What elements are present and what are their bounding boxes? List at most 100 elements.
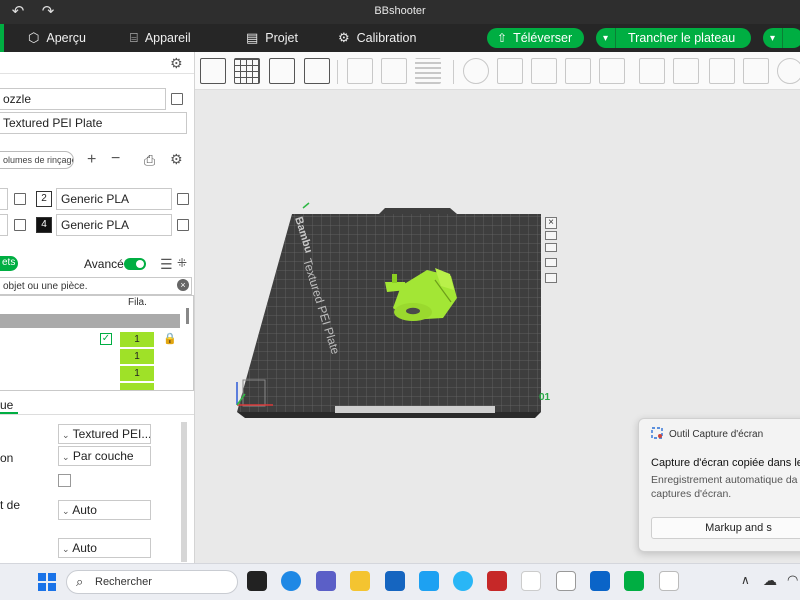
edit-icon[interactable]	[171, 93, 183, 105]
scale-icon[interactable]	[531, 58, 557, 84]
object-search-input[interactable]: objet ou une pièce.	[0, 277, 192, 295]
plate-settings-icon[interactable]	[545, 231, 557, 240]
seam-icon[interactable]	[709, 58, 735, 84]
rinse-volume-button[interactable]: olumes de rinçage	[0, 151, 74, 169]
scrollbar[interactable]	[181, 422, 187, 562]
build-plate[interactable]	[237, 208, 541, 418]
app-icon[interactable]	[453, 571, 473, 591]
lay-on-face-icon[interactable]	[565, 58, 591, 84]
taskbar-search[interactable]: ⌕ Rechercher	[66, 570, 238, 594]
tab-calibration[interactable]: ⚙ Calibration	[338, 24, 416, 52]
layer-mode-value: Par couche	[72, 449, 134, 463]
fila-cell-partial	[120, 383, 154, 390]
calibration-icon: ⚙	[338, 30, 350, 45]
edit-icon[interactable]	[14, 219, 26, 231]
clear-icon[interactable]: ×	[177, 279, 189, 291]
tab-apercu[interactable]: ⬡ Aperçu	[28, 24, 86, 52]
lock-icon[interactable]	[545, 258, 557, 267]
upload-label: Téléverser	[513, 31, 573, 45]
outlook-icon[interactable]	[590, 571, 610, 591]
advanced-toggle[interactable]	[124, 258, 146, 270]
plate-icon[interactable]	[347, 58, 373, 84]
cut-icon[interactable]	[599, 58, 625, 84]
chevron-down-icon[interactable]: ▾	[596, 28, 616, 48]
scrollbar[interactable]	[186, 308, 189, 324]
auto-dropdown-2[interactable]: ⌄ Auto	[58, 538, 151, 558]
cloud-icon[interactable]: ☁	[763, 572, 777, 589]
title-bar: ↶ ↷ BBshooter	[0, 0, 800, 24]
fila-cell[interactable]: 1	[120, 349, 154, 364]
tab-appareil[interactable]: ⌸ Appareil	[130, 24, 191, 52]
amazon-icon[interactable]	[521, 571, 541, 591]
plus-icon[interactable]: +	[87, 151, 96, 169]
checkbox-icon[interactable]: ✓	[100, 333, 112, 345]
edge-icon[interactable]	[281, 571, 301, 591]
list-icon[interactable]: ☰	[160, 256, 173, 273]
layers-icon[interactable]	[415, 58, 441, 84]
plate-type-dropdown[interactable]: ⌄ Textured PEI...	[58, 424, 151, 444]
minus-icon[interactable]: −	[111, 150, 120, 168]
tab-lower[interactable]: ue	[0, 398, 13, 412]
tab-objects[interactable]: ets	[0, 256, 18, 271]
auto-dropdown[interactable]: ⌄ Auto	[58, 500, 151, 520]
media-player-icon[interactable]	[556, 571, 576, 591]
markup-button[interactable]: Markup and s	[651, 517, 800, 539]
upload-icon: ⇧	[497, 31, 508, 45]
lock-icon[interactable]: 🔒	[163, 332, 177, 345]
grid-icon[interactable]: ⁜	[177, 256, 187, 270]
store-icon[interactable]	[385, 571, 405, 591]
edit-icon[interactable]	[177, 193, 189, 205]
wifi-icon[interactable]: ◠	[787, 572, 798, 588]
search-icon: ⌕	[76, 574, 84, 589]
plate-type-field[interactable]: Textured PEI Plate	[0, 112, 187, 134]
app-icon[interactable]	[419, 571, 439, 591]
more-options-button[interactable]: ▾	[763, 28, 800, 48]
teams-icon[interactable]	[316, 571, 336, 591]
checkbox[interactable]	[58, 474, 71, 487]
close-plate-icon[interactable]: ×	[545, 217, 557, 229]
gear-icon[interactable]: ⚙	[170, 55, 183, 72]
nozzle-field[interactable]: ozzle	[0, 88, 166, 110]
print-plate-icon[interactable]	[381, 58, 407, 84]
notification-message-line: Enregistrement automatique da	[651, 474, 798, 486]
support-paint-icon[interactable]	[673, 58, 699, 84]
edit-icon[interactable]	[177, 219, 189, 231]
plate-arrange-icon[interactable]	[545, 243, 557, 252]
task-view-icon[interactable]	[247, 571, 267, 591]
text-icon[interactable]	[743, 58, 769, 84]
tab-projet[interactable]: ▤ Projet	[246, 24, 298, 52]
measure-icon[interactable]	[777, 58, 800, 84]
eye-icon[interactable]	[545, 273, 557, 283]
fila-cell[interactable]: 1	[120, 366, 154, 381]
bambu-studio-icon[interactable]	[624, 571, 644, 591]
object-row-selected[interactable]	[0, 314, 180, 328]
notification-title: Capture d'écran copiée dans le	[651, 457, 800, 469]
layer-mode-dropdown[interactable]: ⌄ Par couche	[58, 446, 151, 466]
add-plate-icon[interactable]	[234, 58, 260, 84]
auto-orient-icon[interactable]	[269, 58, 295, 84]
boolean-icon[interactable]	[639, 58, 665, 84]
add-object-icon[interactable]	[200, 58, 226, 84]
rotate-icon[interactable]	[497, 58, 523, 84]
filament-2-field[interactable]: Generic PLA	[56, 188, 172, 210]
move-icon[interactable]	[463, 58, 489, 84]
filament-4-field[interactable]: Generic PLA	[56, 214, 172, 236]
snipping-tool-icon[interactable]	[659, 571, 679, 591]
mcafee-icon[interactable]	[487, 571, 507, 591]
gear-icon[interactable]: ⚙	[170, 151, 183, 168]
edit-icon[interactable]	[14, 193, 26, 205]
chevron-up-icon[interactable]: ∧	[741, 573, 750, 587]
chevron-down-icon: ▾	[763, 28, 783, 48]
filament-1-field[interactable]	[0, 188, 8, 210]
arrange-icon[interactable]	[304, 58, 330, 84]
toolbar-divider	[337, 60, 338, 84]
fila-cell[interactable]: 1	[120, 332, 154, 347]
filament-3-field[interactable]	[0, 214, 8, 236]
snipping-notification[interactable]: Outil Capture d'écran Capture d'écran co…	[638, 418, 800, 552]
slice-plate-label: Trancher le plateau	[628, 31, 736, 45]
slice-plate-button[interactable]: ▾ Trancher le plateau	[596, 28, 752, 48]
file-explorer-icon[interactable]	[350, 571, 370, 591]
upload-button[interactable]: ⇧ Téléverser	[487, 28, 585, 48]
sync-icon[interactable]: ⎙	[144, 152, 155, 169]
windows-start-icon[interactable]	[38, 573, 56, 591]
